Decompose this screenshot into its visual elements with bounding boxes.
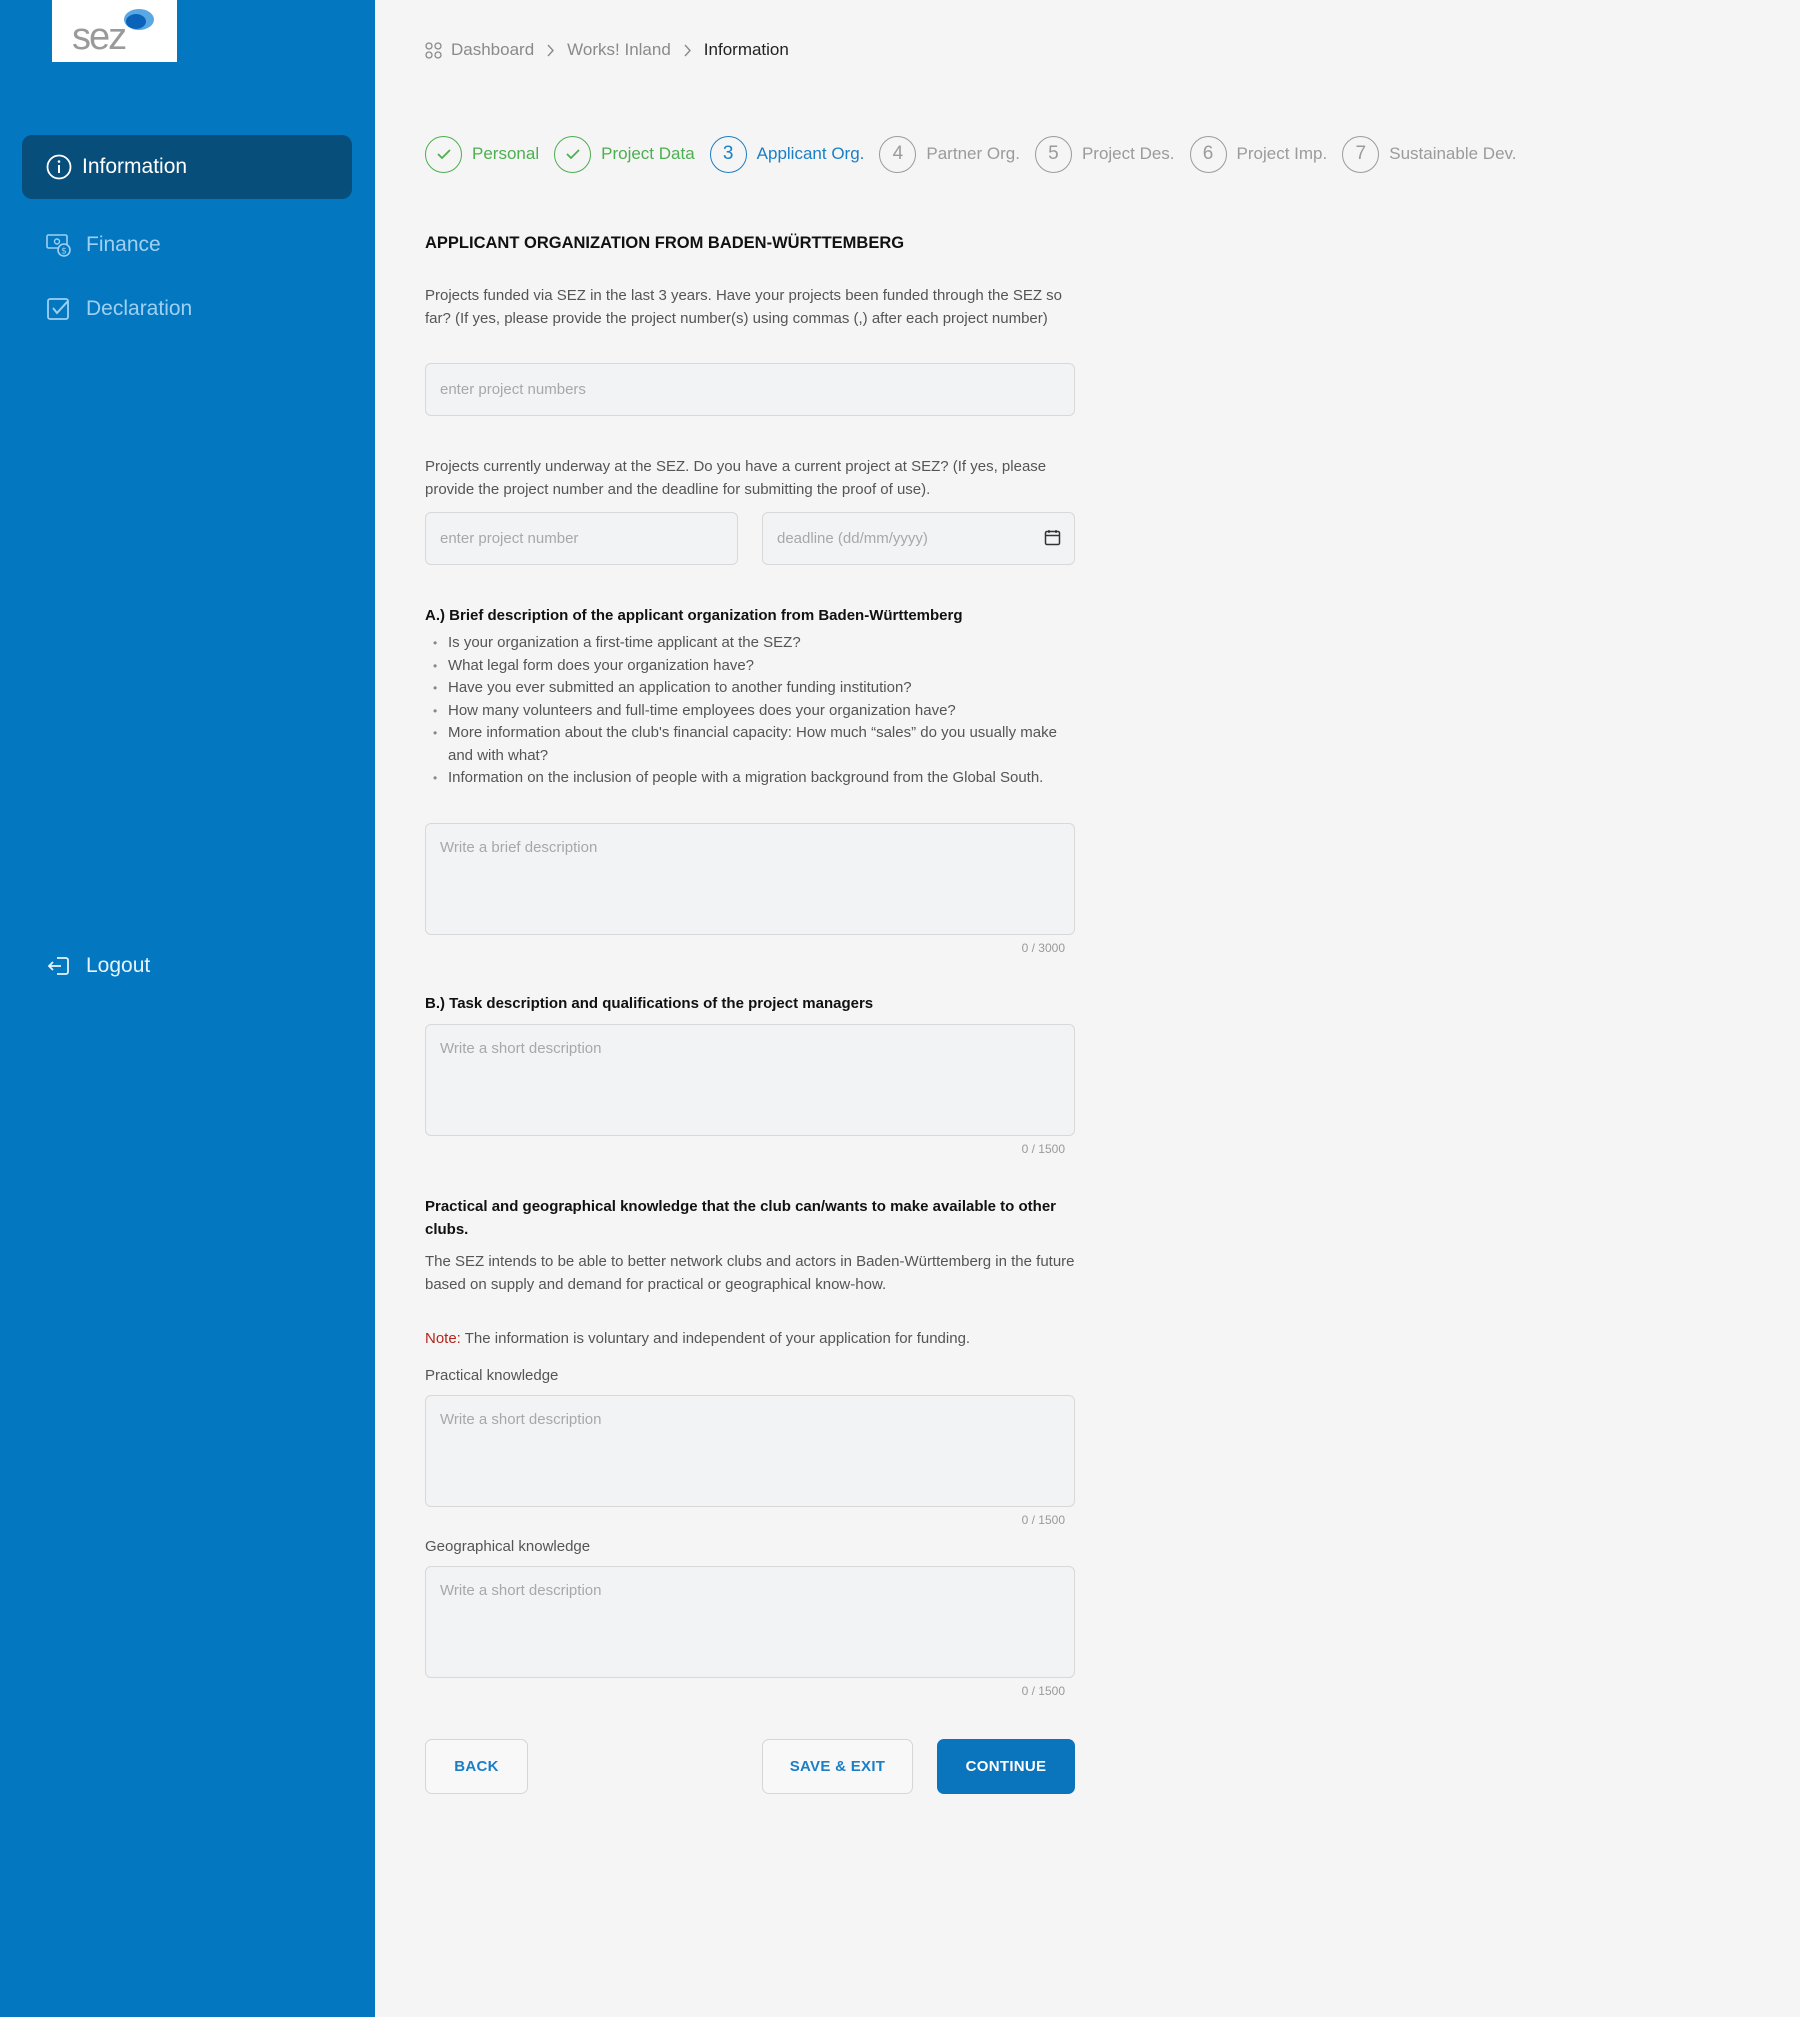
step-applicant-org[interactable]: 3 Applicant Org. (709, 135, 865, 173)
chevron-right-icon (546, 44, 555, 57)
page-title: APPLICANT ORGANIZATION FROM BADEN-WÜRTTE… (425, 234, 905, 252)
step-number: 5 (1034, 135, 1072, 173)
knowledge-text: The SEZ intends to be able to better net… (425, 1253, 1075, 1293)
brief-description-textarea[interactable] (425, 823, 1075, 935)
sidebar-item-label: Finance (86, 233, 161, 256)
character-counter: 0 / 1500 (1021, 1684, 1065, 1698)
step-label: Applicant Org. (756, 144, 865, 163)
sez-logo[interactable]: sez (52, 0, 177, 62)
step-number: 7 (1342, 135, 1380, 173)
sidebar-item-label: Information (82, 155, 188, 178)
step-partner-org[interactable]: 4 Partner Org. (879, 135, 1020, 173)
deadline-input[interactable] (762, 512, 1075, 565)
step-personal[interactable]: Personal (425, 135, 540, 173)
step-label: Project Imp. (1236, 144, 1328, 163)
funded-projects-text: Projects funded via SEZ in the last 3 ye… (425, 287, 1063, 327)
dashboard-icon (425, 41, 442, 59)
breadcrumb-information: Information (703, 40, 789, 59)
list-item: Information on the inclusion of people w… (425, 767, 1075, 790)
project-number-input[interactable] (425, 512, 738, 565)
sidebar-item-finance[interactable]: $ Finance (22, 213, 352, 277)
section-b-heading: B.) Task description and qualifications … (425, 995, 874, 1012)
character-counter: 0 / 3000 (1021, 941, 1065, 955)
step-number: 3 (709, 135, 747, 173)
task-description-textarea[interactable] (425, 1024, 1075, 1136)
sidebar-item-declaration[interactable]: Declaration (22, 277, 352, 341)
breadcrumb-dashboard[interactable]: Dashboard (451, 40, 534, 60)
info-icon (46, 154, 72, 180)
practical-knowledge-textarea[interactable] (425, 1395, 1075, 1507)
list-item: What legal form does your organization h… (425, 655, 1075, 678)
step-project-imp[interactable]: 6 Project Imp. (1189, 135, 1328, 173)
character-counter: 0 / 1500 (1021, 1513, 1065, 1527)
geographical-knowledge-textarea[interactable] (425, 1566, 1075, 1678)
voluntary-note: Note: The information is voluntary and i… (425, 1328, 1075, 1351)
continue-button[interactable]: CONTINUE (937, 1739, 1075, 1794)
back-button[interactable]: BACK (425, 1739, 528, 1794)
check-icon (554, 135, 592, 173)
logo-text: sez (72, 16, 127, 58)
underway-projects-text: Projects currently underway at the SEZ. … (425, 458, 1047, 498)
breadcrumb-works-inland[interactable]: Works! Inland (567, 40, 671, 60)
note-text: The information is voluntary and indepen… (460, 1330, 971, 1347)
checkbox-icon (46, 296, 72, 322)
list-item: Have you ever submitted an application t… (425, 677, 1075, 700)
sidebar: sez Information $ Finance Declaration Lo… (0, 0, 375, 2017)
step-number: 6 (1189, 135, 1227, 173)
logout-button[interactable]: Logout (22, 934, 352, 998)
svg-text:$: $ (61, 247, 67, 257)
chevron-right-icon (683, 44, 692, 57)
step-project-des[interactable]: 5 Project Des. (1034, 135, 1175, 173)
deadline-field-wrapper (762, 512, 1075, 565)
step-label: Personal (472, 144, 540, 163)
progress-stepper: Personal Project Data 3 Applicant Org. 4… (425, 135, 1532, 173)
logo-bubble-dark (126, 14, 146, 29)
character-counter: 0 / 1500 (1021, 1142, 1065, 1156)
project-numbers-input[interactable] (425, 363, 1075, 416)
list-item: How many volunteers and full-time employ… (425, 700, 1075, 723)
note-label: Note: (425, 1330, 461, 1347)
step-project-data[interactable]: Project Data (554, 135, 695, 173)
knowledge-heading: Practical and geographical knowledge tha… (425, 1198, 1056, 1238)
step-number: 4 (879, 135, 917, 173)
step-sustainable-dev[interactable]: 7 Sustainable Dev. (1342, 135, 1517, 173)
sidebar-item-information[interactable]: Information (22, 135, 352, 199)
finance-icon: $ (46, 232, 72, 258)
step-label: Project Des. (1081, 144, 1175, 163)
section-a-heading: A.) Brief description of the applicant o… (425, 607, 963, 624)
logout-icon (46, 953, 72, 979)
breadcrumb: Dashboard Works! Inland Information (425, 38, 789, 62)
save-exit-button[interactable]: SAVE & EXIT (762, 1739, 913, 1794)
list-item: More information about the club's financ… (425, 722, 1075, 767)
step-label: Project Data (601, 144, 695, 163)
logout-label: Logout (86, 954, 151, 977)
step-label: Sustainable Dev. (1389, 144, 1517, 163)
list-item: Is your organization a first-time applic… (425, 632, 1075, 655)
check-icon (425, 135, 462, 173)
sidebar-item-label: Declaration (86, 297, 193, 320)
calendar-icon[interactable] (1044, 529, 1061, 546)
geographical-knowledge-label: Geographical knowledge (425, 1538, 591, 1555)
step-label: Partner Org. (926, 144, 1020, 163)
practical-knowledge-label: Practical knowledge (425, 1367, 559, 1384)
section-a-questions: Is your organization a first-time applic… (425, 632, 1075, 790)
